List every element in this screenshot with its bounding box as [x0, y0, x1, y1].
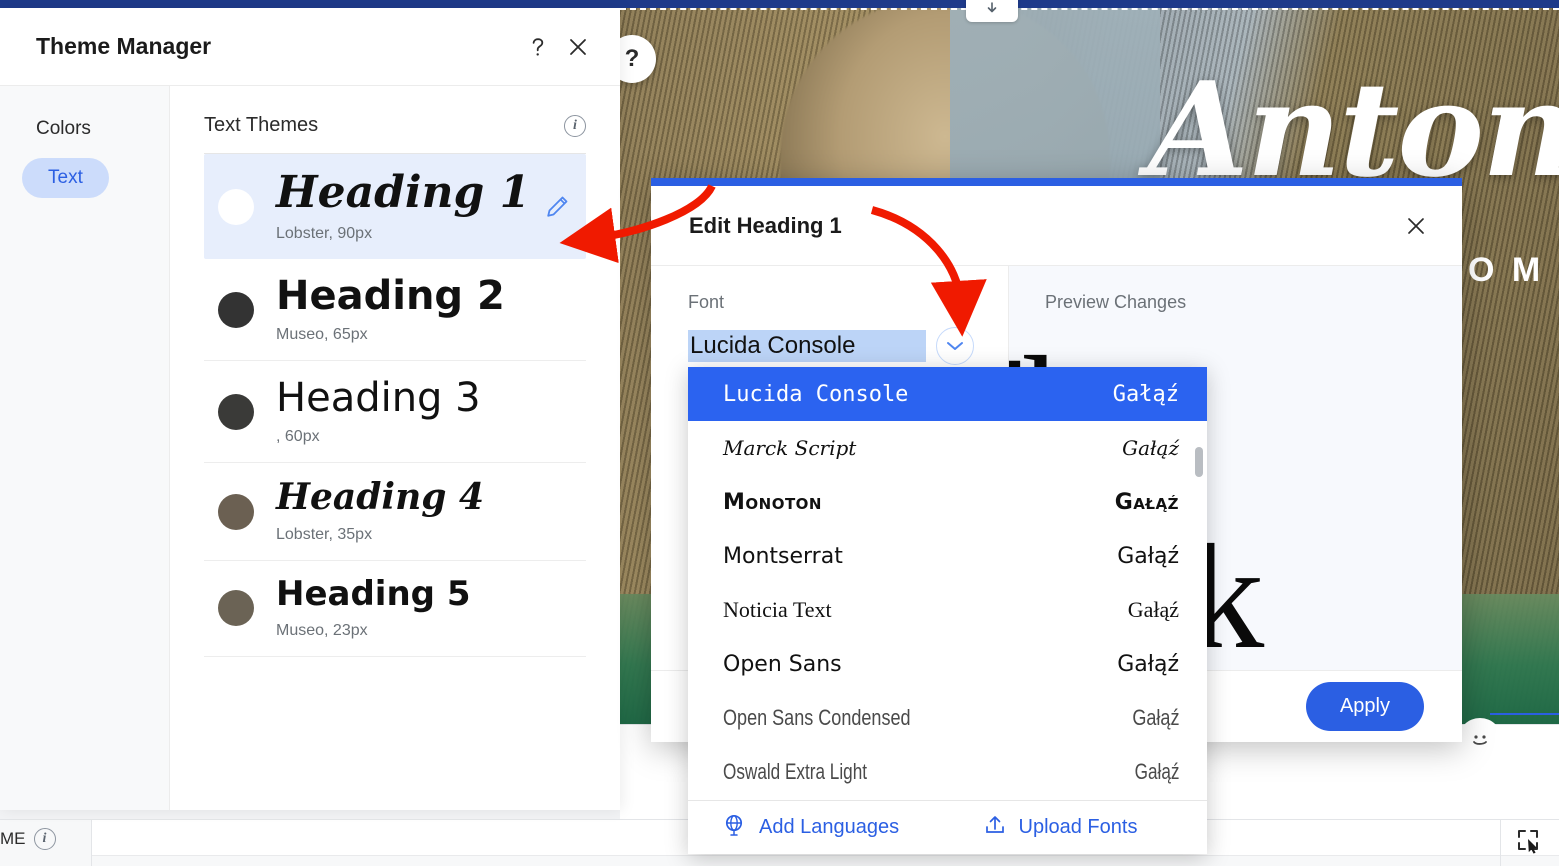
info-icon[interactable]: i — [33, 828, 56, 850]
font-field-label: Font — [688, 292, 725, 312]
editor-top-bar — [0, 0, 1559, 8]
dialog-accent-bar — [651, 178, 1462, 186]
color-swatch[interactable] — [218, 393, 254, 430]
theme-row[interactable]: Heading 4 Lobster, 35px — [204, 463, 586, 561]
hero-om-text: O M — [1468, 251, 1545, 289]
font-option[interactable]: Open Sans Gałąź — [688, 637, 1207, 691]
font-option[interactable]: Marck Script Gałąź — [688, 421, 1207, 475]
font-dropdown: Lucida Console Gałąź Marck Script Gałąź Mono… — [688, 367, 1207, 854]
dialog-title: Edit Heading 1 — [689, 212, 842, 238]
add-languages-label: Add Languages — [759, 816, 900, 838]
theme-info: Heading 4 Lobster, 35px — [276, 476, 572, 544]
chat-label[interactable]: Let' — [1508, 723, 1553, 754]
chevron-down-icon[interactable] — [936, 327, 974, 365]
download-icon[interactable] — [966, 0, 1018, 22]
close-icon[interactable] — [1396, 206, 1436, 246]
close-icon[interactable] — [558, 27, 598, 67]
text-themes-header: Text Themes i — [204, 114, 586, 154]
theme-info: Heading 3 , 60px — [276, 377, 572, 446]
theme-manager-header: Theme Manager — [0, 8, 620, 86]
font-option[interactable]: Oswald Extra Light Gałąź — [688, 745, 1207, 799]
font-option-name: Open Sans Condensed — [723, 705, 911, 730]
theme-meta: Lobster, 90px — [276, 225, 373, 243]
color-swatch[interactable] — [218, 493, 254, 530]
smiley-icon[interactable] — [1458, 718, 1502, 762]
theme-manager-panel: Theme Manager Colors Text Text Themes i … — [0, 8, 620, 810]
chat-underline — [1490, 713, 1559, 715]
font-option-name: Montserrat — [723, 543, 843, 569]
section-title: Text Themes — [204, 114, 319, 136]
font-option-name: Marck Script — [723, 436, 857, 460]
font-option-sample: Gałąź — [1112, 381, 1179, 407]
theme-row[interactable]: Heading 3 , 60px — [204, 361, 586, 464]
theme-row[interactable]: Heading 1 Lobster, 90px — [204, 154, 586, 260]
font-option-name: Lucida Console — [723, 381, 909, 407]
sidebar-group-colors[interactable]: Colors — [0, 112, 169, 146]
font-option-sample: Gałąź — [1131, 705, 1179, 730]
status-bar-left: ME i — [0, 828, 56, 850]
theme-info: Heading 1 Lobster, 90px — [276, 167, 531, 243]
dropdown-scrollbar-thumb[interactable] — [1195, 447, 1203, 477]
upload-fonts-label: Upload Fonts — [1018, 816, 1138, 838]
font-option[interactable]: Open Sans Condensed Gałąź — [688, 691, 1207, 745]
pencil-icon[interactable] — [542, 192, 572, 222]
theme-info: Heading 2 Museo, 65px — [276, 275, 572, 344]
theme-manager-body: Colors Text Text Themes i Heading 1 Lobst… — [0, 86, 620, 810]
section-selection-outline — [620, 8, 1559, 10]
theme-row[interactable]: Heading 2 Museo, 65px — [204, 259, 586, 362]
font-option-sample: Gałąź — [1117, 543, 1179, 569]
theme-name: Heading 1 — [276, 167, 531, 218]
sidebar-item-text[interactable]: Text — [22, 158, 109, 198]
dropdown-scrollbar[interactable] — [1195, 437, 1203, 777]
font-option[interactable]: Lucida Console Gałąź — [688, 367, 1207, 421]
font-option-name: Oswald Extra Light — [723, 759, 868, 784]
dialog-header: Edit Heading 1 — [651, 186, 1462, 266]
font-option[interactable]: Montserrat Gałąź — [688, 529, 1207, 583]
font-dropdown-footer: Add Languages Upload Fonts — [688, 800, 1207, 854]
theme-name: Heading 4 — [276, 476, 485, 519]
app-root: Anton's O M ? Let' ME i — [0, 0, 1559, 866]
theme-manager-sidebar: Colors Text — [0, 86, 170, 810]
upload-icon — [983, 813, 1007, 843]
theme-row[interactable]: Heading 5 Museo, 23px — [204, 561, 586, 657]
globe-icon — [723, 813, 747, 843]
font-option-name: Monoton — [723, 489, 822, 515]
font-option[interactable]: Noticia Text Gałąź — [688, 583, 1207, 637]
question-mark-icon[interactable] — [518, 27, 558, 67]
font-option-sample: Gałąź — [1117, 651, 1179, 677]
font-option-sample: Gałąź — [1122, 436, 1179, 460]
theme-name: Heading 2 — [276, 273, 505, 320]
font-select-value[interactable]: Lucida Console — [688, 330, 926, 362]
font-option-name: Noticia Text — [723, 597, 832, 622]
apply-button[interactable]: Apply — [1305, 682, 1424, 731]
theme-name: Heading 5 — [276, 573, 471, 614]
status-bar-divider — [91, 819, 92, 866]
font-option-sample: Gałąź — [1127, 597, 1179, 622]
font-option-name: Open Sans — [723, 651, 842, 677]
add-languages-button[interactable]: Add Languages — [688, 813, 948, 843]
theme-meta: Lobster, 35px — [276, 525, 373, 543]
theme-info: Heading 5 Museo, 23px — [276, 573, 572, 640]
theme-manager-main: Text Themes i Heading 1 Lobster, 90px Head… — [170, 86, 620, 810]
font-field-row: Lucida Console — [688, 327, 974, 365]
theme-meta: Museo, 65px — [276, 326, 368, 344]
theme-name: Heading 3 — [276, 375, 481, 422]
color-swatch[interactable] — [218, 590, 254, 627]
info-icon[interactable]: i — [564, 114, 586, 137]
theme-list: Heading 1 Lobster, 90px Heading 2 Museo, 65… — [204, 154, 586, 657]
font-option-sample: Gałąź — [1114, 489, 1179, 515]
theme-meta: Museo, 23px — [276, 621, 368, 639]
color-swatch[interactable] — [218, 188, 254, 225]
font-option[interactable]: Monoton Gałąź — [688, 475, 1207, 529]
font-option-list[interactable]: Lucida Console Gałąź Marck Script Gałąź Mono… — [688, 367, 1207, 800]
theme-meta: , 60px — [276, 428, 320, 446]
color-swatch[interactable] — [218, 291, 254, 328]
status-bar-divider-right — [1500, 819, 1501, 866]
page-title: Theme Manager — [36, 33, 212, 59]
upload-fonts-button[interactable]: Upload Fonts — [948, 813, 1208, 843]
font-option-sample: Gałąź — [1134, 759, 1179, 784]
preview-label: Preview Changes — [1045, 292, 1187, 312]
status-bar-label: ME — [0, 829, 26, 848]
selection-cursor-icon[interactable] — [1516, 828, 1546, 861]
